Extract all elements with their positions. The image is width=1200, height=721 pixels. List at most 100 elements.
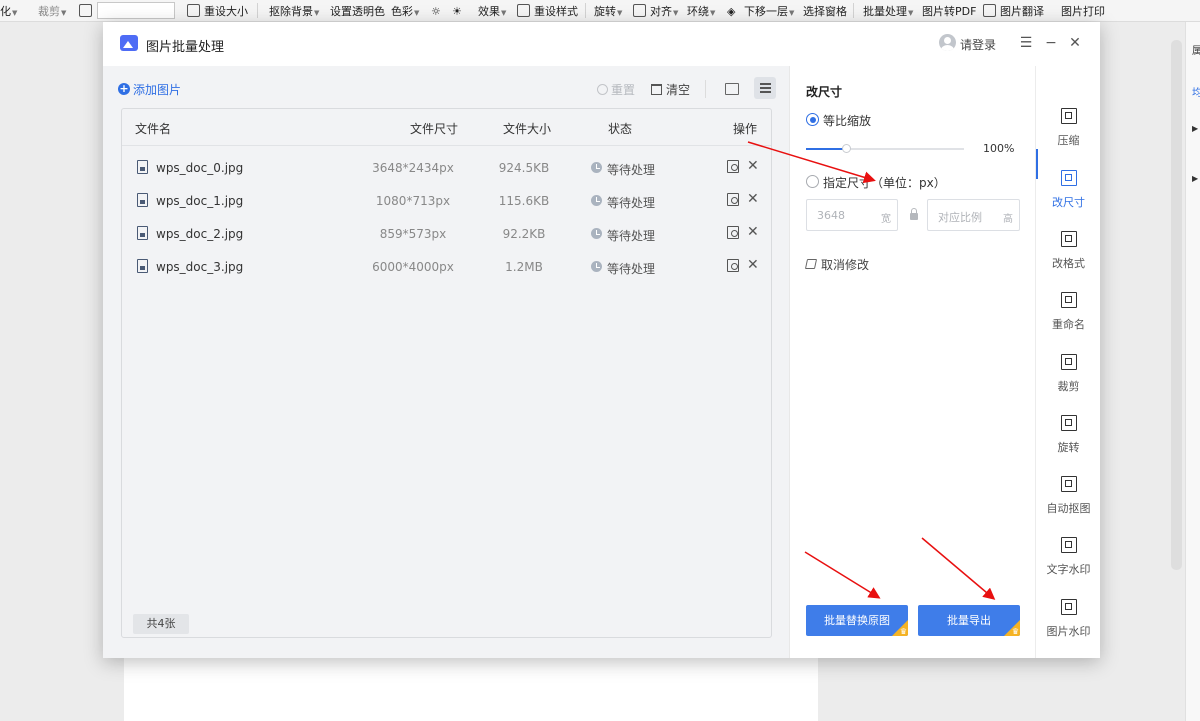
toolbar-item-effect[interactable]: 效果▼ — [478, 5, 506, 20]
resize-icon — [187, 4, 200, 17]
expand-arrow-icon[interactable]: ▶ — [1192, 174, 1198, 183]
panel-tab[interactable]: 均 — [1192, 84, 1200, 99]
toolbar-label: 化 — [0, 5, 11, 18]
height-input[interactable]: 对应比例 高 — [927, 199, 1020, 231]
file-dimensions: 6000*4000px — [372, 260, 454, 274]
toolbar-label: 效果 — [478, 5, 500, 18]
toolbar-item-print[interactable]: 图片打印 — [1061, 5, 1105, 18]
table-row: wps_doc_1.jpg 1080*713px 115.6KB 等待处理 ✕ — [122, 184, 771, 217]
resize-icon — [1061, 170, 1077, 186]
nav-item-resize[interactable]: 改尺寸 — [1036, 166, 1101, 221]
delete-icon[interactable]: ✕ — [747, 224, 759, 240]
nav-item-image-watermark[interactable]: 图片水印 — [1036, 595, 1101, 650]
specified-size-radio[interactable] — [806, 175, 819, 188]
file-table: 文件名 文件尺寸 文件大小 状态 操作 wps_doc_0.jpg 3648*2… — [121, 108, 772, 638]
toolbar-item-remove-bg[interactable]: 抠除背景▼ — [269, 5, 319, 20]
add-image-button[interactable]: + 添加图片 — [118, 81, 181, 97]
toolbar-item-transparent[interactable]: 设置透明色 — [330, 5, 385, 18]
file-name: wps_doc_0.jpg — [156, 161, 244, 175]
preview-icon[interactable] — [727, 193, 739, 206]
batch-export-button[interactable]: 批量导出 ♛ — [918, 605, 1020, 636]
scale-slider[interactable] — [806, 144, 964, 153]
file-name: wps_doc_2.jpg — [156, 227, 244, 241]
toolbar-label: 抠除背景 — [269, 5, 313, 18]
header-divider — [122, 145, 771, 146]
image-watermark-icon — [1061, 599, 1077, 615]
reset-button[interactable]: 重置 — [597, 81, 635, 97]
contrast-icon[interactable]: ☀ — [452, 5, 462, 18]
expand-arrow-icon[interactable]: ▶ — [1192, 124, 1198, 133]
toolbar-item-rotate[interactable]: 旋转▼ — [594, 5, 622, 20]
toolbar-item-reset-style[interactable]: 重设样式 — [534, 5, 578, 18]
close-icon[interactable]: ✕ — [1065, 33, 1085, 53]
dialog-header: 图片批量处理 请登录 ☰ − ✕ — [103, 22, 1100, 66]
toolbar-item-align[interactable]: 对齐▼ — [650, 5, 678, 20]
toolbar-item-resize[interactable]: 重设大小 — [204, 5, 248, 18]
preview-icon[interactable] — [727, 226, 739, 239]
nav-item-crop[interactable]: 裁剪 — [1036, 350, 1101, 405]
menu-icon[interactable]: ☰ — [1016, 33, 1036, 53]
brightness-icon[interactable]: ☼ — [431, 5, 441, 18]
file-size: 1.2MB — [505, 260, 543, 274]
toolbar-item-color[interactable]: 色彩▼ — [391, 5, 419, 20]
toolbar-item-translate[interactable]: 图片翻译 — [1000, 5, 1044, 18]
slider-handle[interactable] — [842, 144, 851, 153]
size-input[interactable] — [97, 2, 175, 19]
toolbar-item-batch[interactable]: 批量处理▼ — [863, 5, 913, 20]
file-name: wps_doc_3.jpg — [156, 260, 244, 274]
preview-icon[interactable] — [727, 259, 739, 272]
toolbar-item-fragment[interactable]: 化▼ — [0, 5, 17, 20]
undo-changes-button[interactable]: 取消修改 — [804, 256, 869, 272]
lock-icon[interactable] — [910, 208, 918, 220]
document-scrollbar[interactable] — [1171, 40, 1182, 570]
delete-icon[interactable]: ✕ — [747, 257, 759, 273]
toolbar-item-wrap[interactable]: 环绕▼ — [687, 5, 715, 20]
proportional-label: 等比缩放 — [823, 114, 872, 128]
delete-icon[interactable]: ✕ — [747, 191, 759, 207]
file-status: 等待处理 — [607, 262, 656, 276]
toolbar-item-selection-pane[interactable]: 选择窗格 — [803, 5, 847, 18]
text-watermark-icon — [1061, 537, 1077, 553]
nav-item-rename[interactable]: 重命名 — [1036, 288, 1101, 343]
toolbar-label: 裁剪 — [38, 5, 60, 18]
edit-icon — [804, 259, 818, 269]
width-input[interactable]: 3648 宽 — [806, 199, 898, 231]
nav-item-auto-cutout[interactable]: 自动抠图 — [1036, 472, 1101, 527]
column-header-action: 操作 — [733, 122, 758, 136]
add-icon: + — [118, 82, 130, 95]
height-placeholder: 对应比例 — [938, 211, 982, 224]
cutout-icon — [1061, 476, 1077, 492]
minimize-icon[interactable]: − — [1041, 33, 1061, 53]
clear-button[interactable]: 清空 — [651, 81, 690, 97]
resize-options-panel: 改尺寸 等比缩放 100% 指定尺寸（单位：px） 3648 宽 对应比例 高 … — [789, 66, 1035, 658]
nav-label: 裁剪 — [1057, 380, 1080, 393]
toolbar-item-send-back[interactable]: 下移一层▼ — [744, 5, 794, 20]
nav-item-format[interactable]: 改格式 — [1036, 227, 1101, 282]
column-header-size: 文件大小 — [503, 122, 552, 136]
translate-icon — [983, 4, 996, 17]
toolbar-item-to-pdf[interactable]: 图片转PDF — [922, 5, 976, 18]
toolbar-item-crop[interactable]: 裁剪▼ — [38, 5, 66, 20]
list-view-icon[interactable] — [754, 77, 776, 99]
clock-icon — [591, 195, 602, 206]
toolbar-label: 批量处理 — [863, 5, 907, 18]
nav-item-text-watermark[interactable]: 文字水印 — [1036, 533, 1101, 588]
toolbar-divider — [585, 3, 586, 18]
clear-label: 清空 — [666, 82, 691, 97]
column-header-name: 文件名 — [135, 122, 172, 136]
toolbar-label: 对齐 — [650, 5, 672, 18]
nav-item-rotate[interactable]: 旋转 — [1036, 411, 1101, 466]
file-status: 等待处理 — [607, 163, 656, 177]
nav-label: 图片水印 — [1046, 625, 1091, 638]
nav-label: 自动抠图 — [1046, 502, 1091, 515]
nav-item-compress[interactable]: 压缩 — [1036, 104, 1101, 159]
toolbar-label: 重设样式 — [534, 5, 578, 18]
delete-icon[interactable]: ✕ — [747, 158, 759, 174]
height-unit: 高 — [1003, 214, 1013, 225]
preview-icon[interactable] — [727, 160, 739, 173]
panel-title: 属 — [1192, 46, 1200, 57]
grid-view-icon[interactable] — [720, 77, 742, 99]
batch-replace-button[interactable]: 批量替换原图 ♛ — [806, 605, 908, 636]
document-page — [124, 655, 818, 721]
proportional-radio[interactable] — [806, 113, 819, 126]
